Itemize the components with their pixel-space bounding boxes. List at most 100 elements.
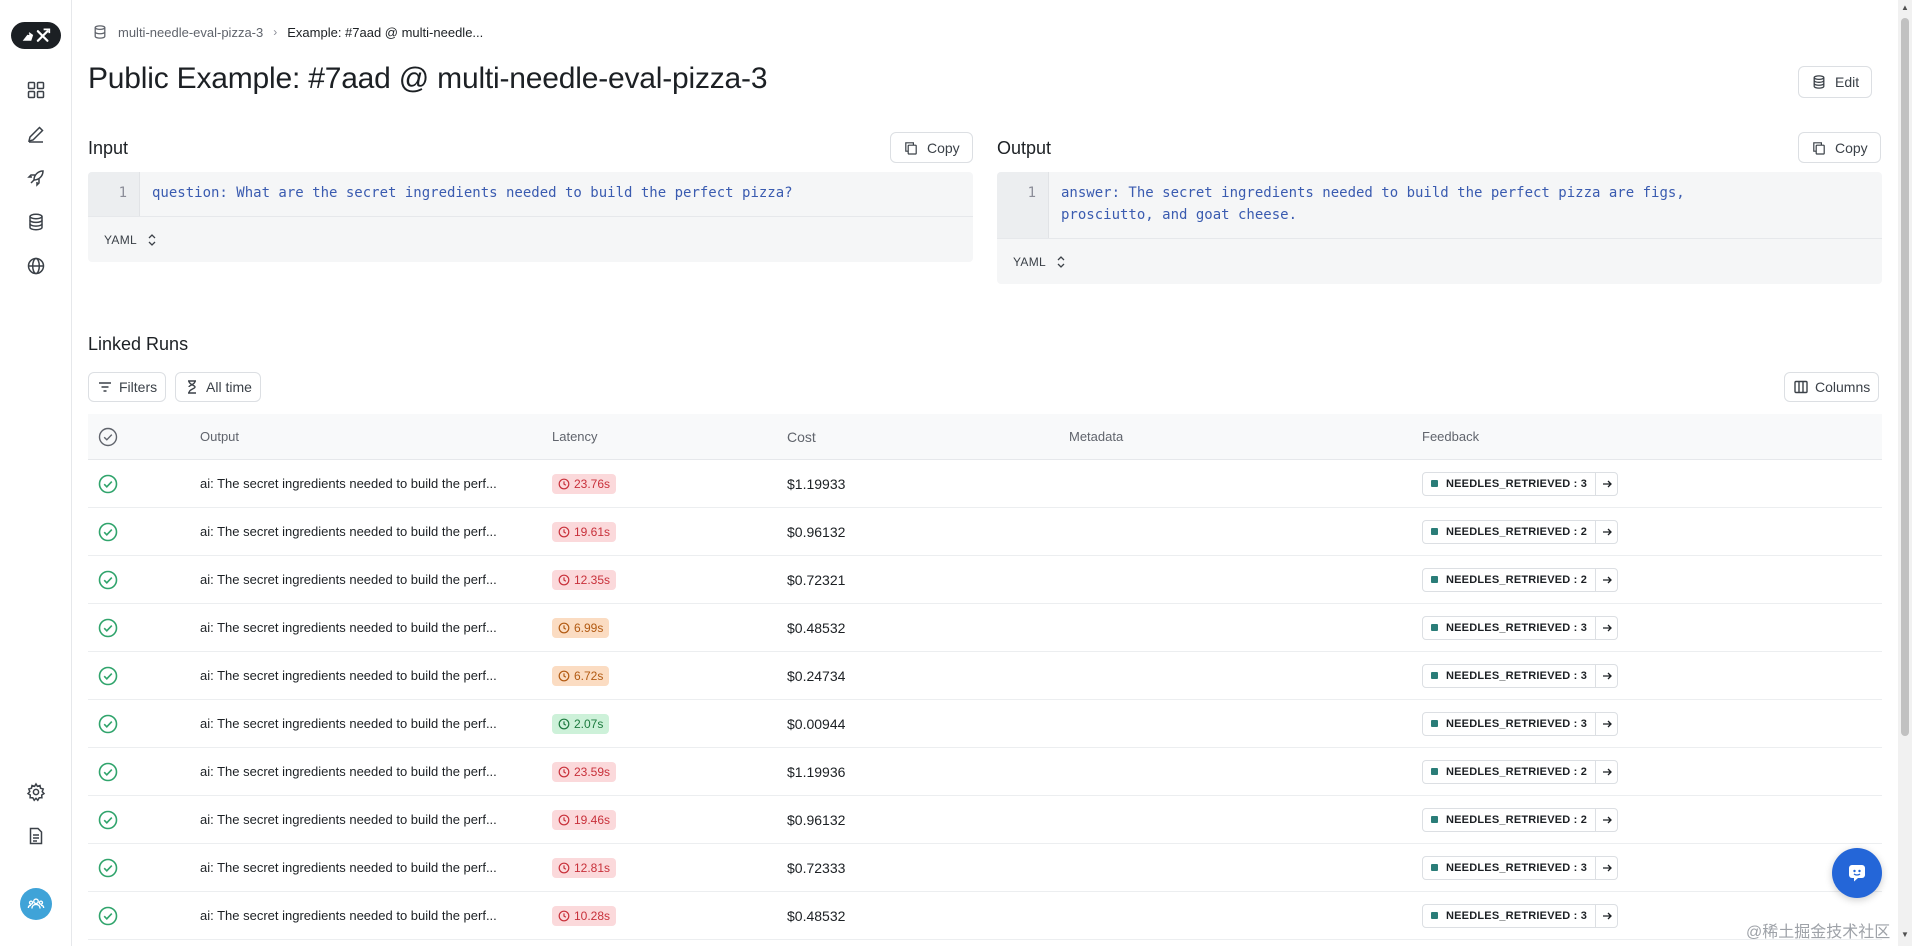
database-icon bbox=[94, 25, 106, 39]
parrot-tools-logo-icon bbox=[22, 27, 51, 42]
run-latency: 23.59s bbox=[552, 761, 787, 782]
table-row[interactable]: ai: The secret ingredients needed to bui… bbox=[88, 652, 1882, 700]
run-output[interactable]: ai: The secret ingredients needed to bui… bbox=[200, 908, 552, 923]
header-feedback[interactable]: Feedback bbox=[1422, 429, 1882, 444]
output-format-select[interactable]: YAML bbox=[997, 238, 1882, 284]
linked-runs-title: Linked Runs bbox=[88, 334, 189, 354]
arrow-right-icon[interactable] bbox=[1595, 856, 1617, 879]
input-code-text[interactable]: question: What are the secret ingredient… bbox=[140, 172, 805, 216]
feedback-pill[interactable]: NEEDLES_RETRIEVED : 3 bbox=[1422, 615, 1619, 640]
table-row[interactable]: ai: The secret ingredients needed to bui… bbox=[88, 460, 1882, 508]
run-output[interactable]: ai: The secret ingredients needed to bui… bbox=[200, 620, 552, 635]
run-cost: $0.96132 bbox=[787, 523, 846, 540]
header-metadata[interactable]: Metadata bbox=[1069, 429, 1422, 444]
run-output[interactable]: ai: The secret ingredients needed to bui… bbox=[200, 572, 552, 587]
scroll-down-arrow-icon[interactable]: ▼ bbox=[1901, 930, 1909, 939]
arrow-right-icon[interactable] bbox=[1595, 568, 1617, 591]
table-row[interactable]: ai: The secret ingredients needed to bui… bbox=[88, 700, 1882, 748]
table-row[interactable]: ai: The secret ingredients needed to bui… bbox=[88, 796, 1882, 844]
feedback-pill[interactable]: NEEDLES_RETRIEVED : 2 bbox=[1422, 759, 1619, 784]
feedback-pill[interactable]: NEEDLES_RETRIEVED : 3 bbox=[1422, 711, 1619, 736]
header-output[interactable]: Output bbox=[200, 429, 552, 444]
edit-button-label: Edit bbox=[1835, 74, 1860, 90]
arrow-right-icon[interactable] bbox=[1595, 616, 1617, 639]
feedback-pill[interactable]: NEEDLES_RETRIEVED : 2 bbox=[1422, 807, 1619, 832]
latency-badge: 2.07s bbox=[552, 713, 610, 734]
feedback-pill[interactable]: NEEDLES_RETRIEVED : 3 bbox=[1422, 471, 1619, 496]
run-output[interactable]: ai: The secret ingredients needed to bui… bbox=[200, 476, 552, 491]
latency-value: 19.61s bbox=[574, 524, 611, 539]
scroll-up-arrow-icon[interactable]: ▲ bbox=[1901, 3, 1909, 12]
vertical-scrollbar[interactable]: ▲ ▼ bbox=[1898, 0, 1912, 946]
arrow-right-icon[interactable] bbox=[1595, 712, 1617, 735]
time-range-button[interactable]: All time bbox=[175, 372, 261, 402]
output-code-text[interactable]: answer: The secret ingredients needed to… bbox=[1049, 172, 1697, 238]
pen-icon[interactable] bbox=[23, 121, 49, 147]
page-title: Public Example: #7aad @ multi-needle-eva… bbox=[88, 62, 768, 95]
latency-badge: 19.46s bbox=[552, 809, 617, 830]
run-output[interactable]: ai: The secret ingredients needed to bui… bbox=[200, 524, 552, 539]
table-row[interactable]: ai: The secret ingredients needed to bui… bbox=[88, 604, 1882, 652]
filters-button[interactable]: Filters bbox=[88, 372, 167, 402]
rocket-icon[interactable] bbox=[23, 165, 49, 191]
header-latency[interactable]: Latency bbox=[552, 429, 787, 444]
feedback-pill[interactable]: NEEDLES_RETRIEVED : 3 bbox=[1422, 903, 1619, 928]
scrollbar-thumb[interactable] bbox=[1901, 18, 1909, 736]
run-status bbox=[88, 474, 200, 494]
feedback-pill[interactable]: NEEDLES_RETRIEVED : 2 bbox=[1422, 567, 1619, 592]
arrow-right-icon[interactable] bbox=[1595, 760, 1617, 783]
globe-icon[interactable] bbox=[23, 253, 49, 279]
run-cost: $0.72321 bbox=[787, 571, 846, 588]
logo[interactable] bbox=[11, 22, 61, 49]
run-output[interactable]: ai: The secret ingredients needed to bui… bbox=[200, 716, 552, 731]
format-label: YAML bbox=[1013, 254, 1046, 269]
latency-value: 23.59s bbox=[574, 764, 611, 779]
arrow-right-icon[interactable] bbox=[1595, 808, 1617, 831]
run-output[interactable]: ai: The secret ingredients needed to bui… bbox=[200, 860, 552, 875]
columns-button[interactable]: Columns bbox=[1784, 372, 1880, 402]
arrow-right-icon[interactable] bbox=[1595, 472, 1617, 495]
input-code-editor[interactable]: 1 question: What are the secret ingredie… bbox=[88, 172, 973, 262]
database-icon bbox=[1813, 75, 1825, 89]
document-icon[interactable] bbox=[23, 823, 49, 849]
output-copy-button[interactable]: Copy bbox=[1798, 132, 1881, 163]
run-output[interactable]: ai: The secret ingredients needed to bui… bbox=[200, 764, 552, 779]
gear-icon[interactable] bbox=[23, 779, 49, 805]
feedback-pill[interactable]: NEEDLES_RETRIEVED : 2 bbox=[1422, 519, 1619, 544]
table-row[interactable]: ai: The secret ingredients needed to bui… bbox=[88, 748, 1882, 796]
arrow-right-icon[interactable] bbox=[1595, 520, 1617, 543]
feedback-value: NEEDLES_RETRIEVED : 3 bbox=[1446, 477, 1588, 490]
arrow-right-icon[interactable] bbox=[1595, 664, 1617, 687]
latency-value: 19.46s bbox=[574, 812, 611, 827]
breadcrumb-dataset-link[interactable]: multi-needle-eval-pizza-3 bbox=[118, 25, 263, 40]
output-label: Output bbox=[997, 138, 1052, 158]
header-cost[interactable]: Cost bbox=[787, 429, 1069, 445]
edit-button[interactable]: Edit bbox=[1798, 66, 1873, 98]
clock-icon bbox=[558, 574, 570, 585]
database-icon[interactable] bbox=[23, 209, 49, 235]
input-format-select[interactable]: YAML bbox=[88, 216, 973, 262]
team-avatar[interactable] bbox=[20, 888, 52, 920]
feedback-pill[interactable]: NEEDLES_RETRIEVED : 3 bbox=[1422, 663, 1619, 688]
copy-icon bbox=[905, 141, 917, 155]
table-header: Output Latency Cost Metadata Feedback bbox=[88, 414, 1882, 460]
table-row[interactable]: ai: The secret ingredients needed to bui… bbox=[88, 556, 1882, 604]
grid-icon[interactable] bbox=[23, 77, 49, 103]
run-feedback: NEEDLES_RETRIEVED : 3 bbox=[1422, 711, 1882, 736]
input-copy-button[interactable]: Copy bbox=[890, 132, 973, 163]
clock-icon bbox=[558, 718, 570, 729]
run-latency: 6.99s bbox=[552, 617, 787, 638]
arrow-right-icon[interactable] bbox=[1595, 904, 1617, 927]
output-code-editor[interactable]: 1 answer: The secret ingredients needed … bbox=[997, 172, 1882, 284]
run-output[interactable]: ai: The secret ingredients needed to bui… bbox=[200, 812, 552, 827]
feedback-dot bbox=[1431, 864, 1438, 871]
select-all-checkbox[interactable] bbox=[88, 427, 200, 447]
latency-value: 12.81s bbox=[574, 860, 611, 875]
table-row[interactable]: ai: The secret ingredients needed to bui… bbox=[88, 508, 1882, 556]
run-output[interactable]: ai: The secret ingredients needed to bui… bbox=[200, 668, 552, 683]
support-chat-button[interactable] bbox=[1832, 848, 1882, 898]
run-status bbox=[88, 714, 200, 734]
feedback-pill[interactable]: NEEDLES_RETRIEVED : 3 bbox=[1422, 855, 1619, 880]
table-row[interactable]: ai: The secret ingredients needed to bui… bbox=[88, 892, 1882, 940]
table-row[interactable]: ai: The secret ingredients needed to bui… bbox=[88, 844, 1882, 892]
